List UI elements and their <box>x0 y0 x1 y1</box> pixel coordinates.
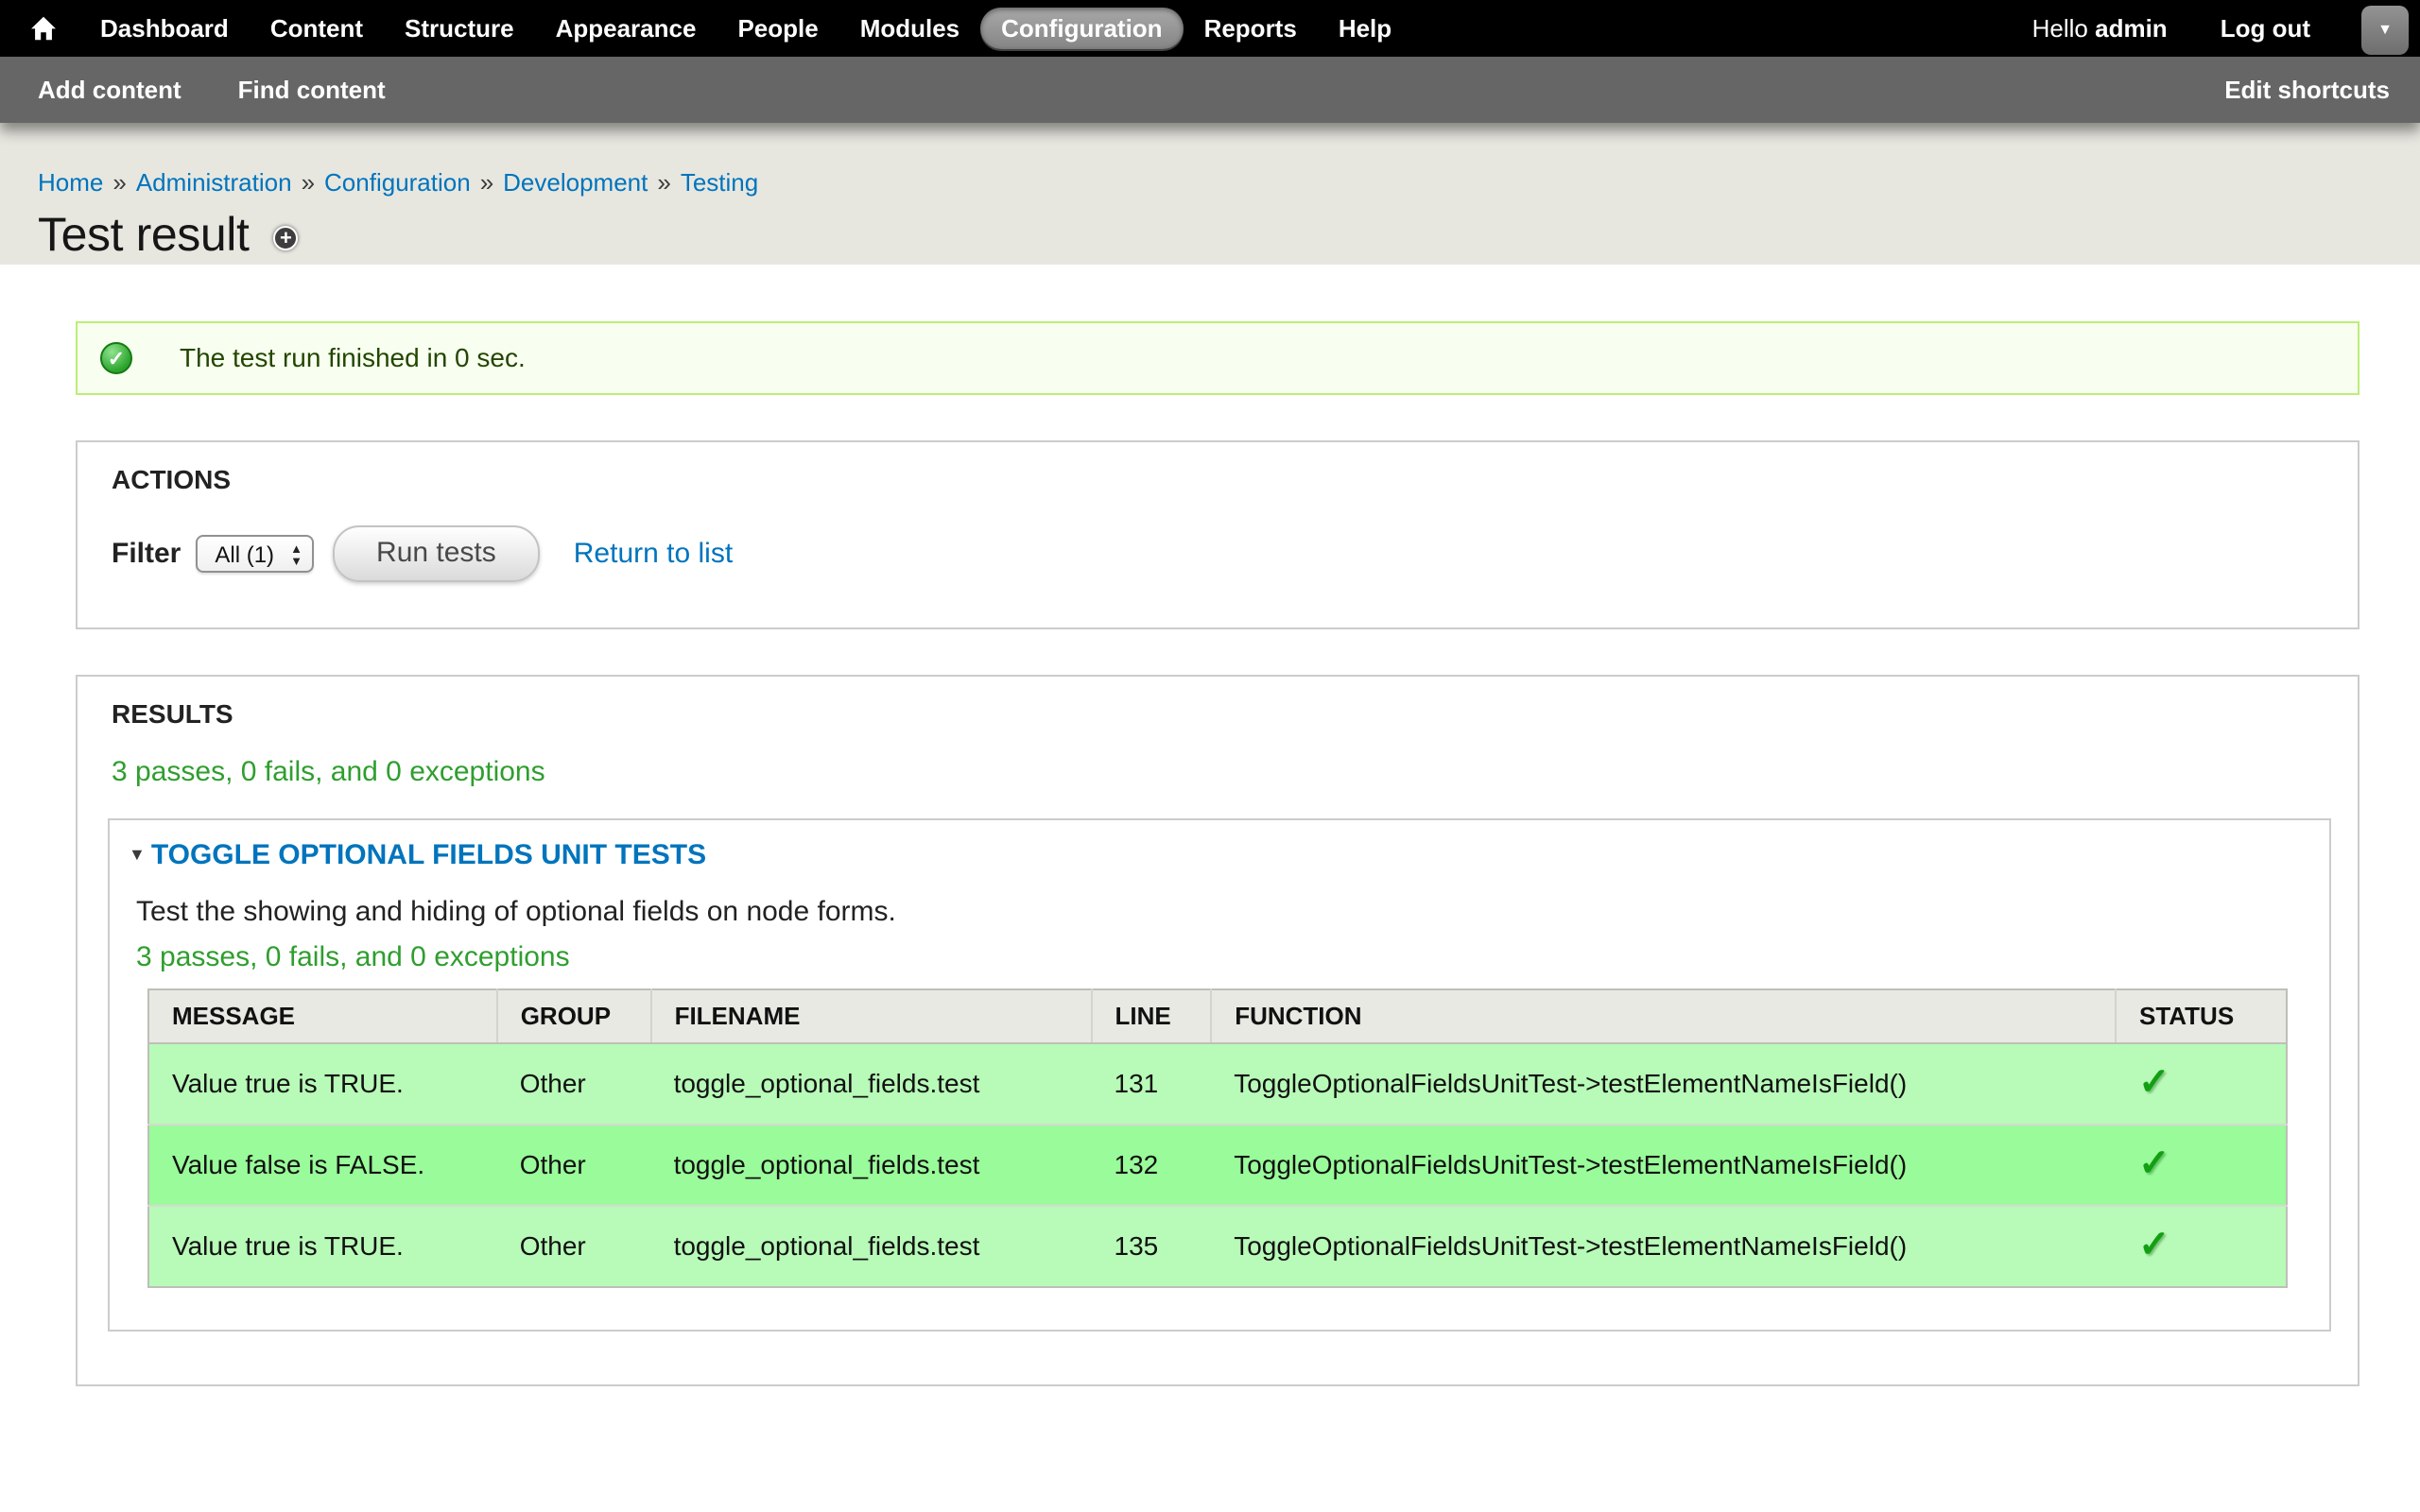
drupal-admin-page: Dashboard Content Structure Appearance P… <box>0 0 2420 1512</box>
shortcut-add-content[interactable]: Add content <box>38 76 182 105</box>
chevron-down-icon: ▼ <box>2377 23 2393 38</box>
toolbar-item-appearance[interactable]: Appearance <box>535 8 717 49</box>
test-group-title-link[interactable]: TOGGLE OPTIONAL FIELDS UNIT TESTS <box>151 839 706 870</box>
pass-check-icon: ✓ <box>2138 1061 2170 1103</box>
select-down-arrow-icon: ▼ <box>290 555 302 567</box>
toolbar-item-help[interactable]: Help <box>1318 8 1412 49</box>
breadcrumb-separator: » <box>112 168 126 197</box>
results-legend: RESULTS <box>78 677 2358 730</box>
table-row: Value true is TRUE. Other toggle_optiona… <box>148 1043 2287 1125</box>
toolbar-item-modules[interactable]: Modules <box>839 8 980 49</box>
edit-shortcuts-link[interactable]: Edit shortcuts <box>2224 76 2390 105</box>
pass-check-icon: ✓ <box>2138 1224 2170 1265</box>
page-header: Home » Administration » Configuration » Develo… <box>0 123 2420 265</box>
return-to-list-link[interactable]: Return to list <box>574 538 733 570</box>
page-title-row: Test result + <box>38 207 2382 262</box>
shortcut-find-content[interactable]: Find content <box>238 76 386 105</box>
toolbar-right: Hello admin Log out <box>2032 14 2310 43</box>
col-header-status: STATUS <box>2116 989 2287 1043</box>
breadcrumb-testing[interactable]: Testing <box>681 168 758 197</box>
cell-group: Other <box>497 1125 651 1206</box>
table-row: Value false is FALSE. Other toggle_optio… <box>148 1125 2287 1206</box>
cell-filename: toggle_optional_fields.test <box>651 1206 1092 1287</box>
shortcut-bar: Add content Find content Edit shortcuts <box>0 57 2420 123</box>
breadcrumb-home[interactable]: Home <box>38 168 103 197</box>
status-ok-icon: ✓ <box>100 342 132 374</box>
cell-group: Other <box>497 1206 651 1287</box>
test-group-summary: 3 passes, 0 fails, and 0 exceptions <box>136 941 2295 973</box>
breadcrumb-configuration[interactable]: Configuration <box>324 168 471 197</box>
test-group-legend: ▼ TOGGLE OPTIONAL FIELDS UNIT TESTS <box>129 839 2295 871</box>
col-header-filename: FILENAME <box>651 989 1092 1043</box>
toolbar-toggle-button[interactable]: ▼ <box>2361 6 2409 55</box>
cell-function: ToggleOptionalFieldsUnitTest->testElemen… <box>1211 1206 2116 1287</box>
actions-body: Filter All (1) ▲ ▼ Run tests Return to l… <box>78 495 2358 627</box>
results-summary: 3 passes, 0 fails, and 0 exceptions <box>78 730 2358 788</box>
logout-link[interactable]: Log out <box>2221 14 2310 43</box>
col-header-message: MESSAGE <box>148 989 497 1043</box>
breadcrumb-separator: » <box>657 168 670 197</box>
actions-legend: ACTIONS <box>78 442 2358 495</box>
test-results-table: MESSAGE GROUP FILENAME LINE FUNCTION STA… <box>147 988 2288 1288</box>
cell-message: Value true is TRUE. <box>148 1206 497 1287</box>
user-greeting: Hello admin <box>2032 14 2168 43</box>
cell-function: ToggleOptionalFieldsUnitTest->testElemen… <box>1211 1125 2116 1206</box>
col-header-group: GROUP <box>497 989 651 1043</box>
cell-line: 135 <box>1092 1206 1212 1287</box>
cell-filename: toggle_optional_fields.test <box>651 1043 1092 1125</box>
toolbar-item-structure[interactable]: Structure <box>384 8 535 49</box>
actions-fieldset: ACTIONS Filter All (1) ▲ ▼ Run tests Ret… <box>76 440 2360 629</box>
username[interactable]: admin <box>2095 14 2168 43</box>
cell-filename: toggle_optional_fields.test <box>651 1125 1092 1206</box>
results-fieldset: RESULTS 3 passes, 0 fails, and 0 excepti… <box>76 675 2360 1386</box>
table-header-row: MESSAGE GROUP FILENAME LINE FUNCTION STA… <box>148 989 2287 1043</box>
pass-check-icon: ✓ <box>2138 1143 2170 1184</box>
cell-line: 132 <box>1092 1125 1212 1206</box>
toolbar-item-dashboard[interactable]: Dashboard <box>79 8 250 49</box>
home-icon-glyph <box>29 15 58 42</box>
breadcrumb: Home » Administration » Configuration » Develo… <box>38 168 2382 198</box>
table-row: Value true is TRUE. Other toggle_optiona… <box>148 1206 2287 1287</box>
main-content: ✓ The test run finished in 0 sec. ACTION… <box>0 265 2420 1386</box>
test-group-description: Test the showing and hiding of optional … <box>136 896 2295 928</box>
cell-status: ✓ <box>2116 1043 2287 1125</box>
admin-toolbar: Dashboard Content Structure Appearance P… <box>0 0 2420 57</box>
cell-status: ✓ <box>2116 1206 2287 1287</box>
toolbar-item-content[interactable]: Content <box>250 8 384 49</box>
admin-toolbar-menu: Dashboard Content Structure Appearance P… <box>79 8 1412 49</box>
toolbar-item-people[interactable]: People <box>717 8 838 49</box>
collapse-arrow-icon[interactable]: ▼ <box>129 845 146 864</box>
breadcrumb-administration[interactable]: Administration <box>136 168 292 197</box>
breadcrumb-separator: » <box>480 168 493 197</box>
home-icon[interactable] <box>15 0 72 57</box>
cell-status: ✓ <box>2116 1125 2287 1206</box>
cell-function: ToggleOptionalFieldsUnitTest->testElemen… <box>1211 1043 2116 1125</box>
test-group-fieldset: ▼ TOGGLE OPTIONAL FIELDS UNIT TESTS Test … <box>108 818 2331 1332</box>
cell-message: Value true is TRUE. <box>148 1043 497 1125</box>
toolbar-item-reports[interactable]: Reports <box>1184 8 1318 49</box>
greeting-prefix: Hello <box>2032 14 2095 43</box>
breadcrumb-separator: » <box>302 168 315 197</box>
col-header-function: FUNCTION <box>1211 989 2116 1043</box>
filter-select[interactable]: All (1) ▲ ▼ <box>196 535 314 573</box>
cell-message: Value false is FALSE. <box>148 1125 497 1206</box>
cell-line: 131 <box>1092 1043 1212 1125</box>
filter-label: Filter <box>112 538 181 570</box>
toolbar-item-configuration[interactable]: Configuration <box>980 8 1183 49</box>
select-stepper-icon: ▲ ▼ <box>290 542 302 567</box>
status-message: ✓ The test run finished in 0 sec. <box>76 321 2360 395</box>
breadcrumb-development[interactable]: Development <box>503 168 648 197</box>
filter-select-value: All (1) <box>215 542 274 568</box>
run-tests-button[interactable]: Run tests <box>333 525 540 582</box>
status-message-text: The test run finished in 0 sec. <box>180 343 526 373</box>
col-header-line: LINE <box>1092 989 1212 1043</box>
add-shortcut-icon[interactable]: + <box>273 226 298 250</box>
cell-group: Other <box>497 1043 651 1125</box>
page-title: Test result <box>38 207 249 262</box>
